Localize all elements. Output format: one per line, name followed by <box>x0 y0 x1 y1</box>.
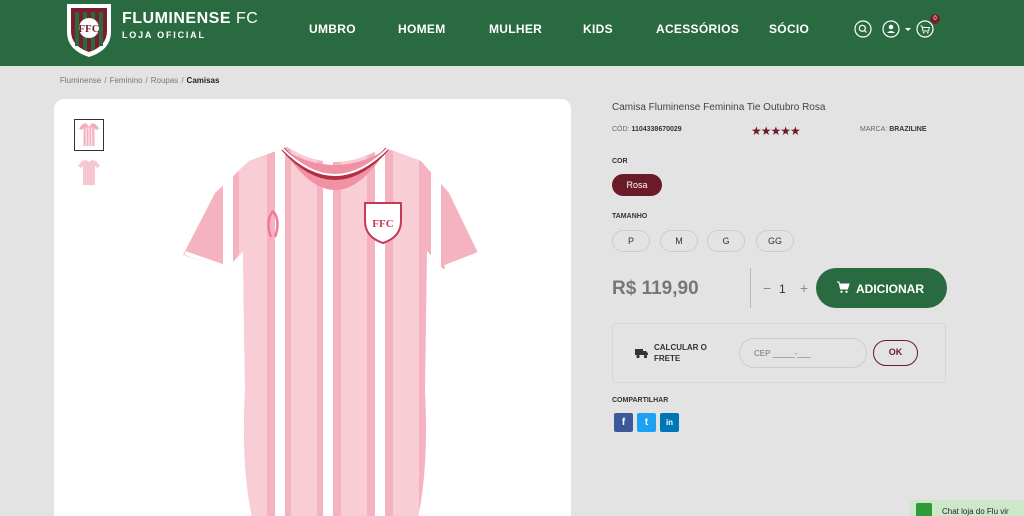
search-icon[interactable] <box>854 20 872 38</box>
shipping-label: CALCULAR O FRETE <box>654 343 707 363</box>
nav-mulher[interactable]: MULHER <box>489 22 542 36</box>
facebook-share-button[interactable]: f <box>614 413 633 432</box>
truck-icon <box>635 349 648 359</box>
chat-widget[interactable]: Chat loja do Flu vir <box>910 500 1024 516</box>
add-to-cart-button[interactable]: ADICIONAR <box>816 268 947 308</box>
brand-block[interactable]: FLUMINENSE FC LOJA OFICIAL <box>122 10 258 40</box>
shipping-calculator: CALCULAR O FRETE OK <box>612 323 946 383</box>
breadcrumb-separator: / <box>181 76 184 85</box>
add-to-cart-label: ADICIONAR <box>856 282 924 296</box>
product-price: R$ 119,90 <box>612 278 699 299</box>
chevron-down-icon[interactable] <box>904 20 912 38</box>
gallery-thumbnail-front[interactable] <box>74 119 104 151</box>
cep-input[interactable] <box>739 338 867 368</box>
breadcrumb-item-roupas[interactable]: Roupas <box>151 76 179 85</box>
cart-count-badge: 0 <box>930 14 940 24</box>
rating-stars[interactable]: ★★★★★ <box>751 124 801 138</box>
share-label: COMPARTILHAR <box>612 397 669 404</box>
user-account-icon[interactable] <box>882 20 900 38</box>
chat-icon <box>916 503 932 516</box>
product-gallery: FFC <box>54 99 571 516</box>
color-section-label: COR <box>612 158 628 165</box>
breadcrumb-separator: / <box>145 76 148 85</box>
nav-umbro[interactable]: UMBRO <box>309 22 356 36</box>
product-main-image[interactable]: FFC <box>179 141 491 516</box>
linkedin-share-button[interactable]: in <box>660 413 679 432</box>
breadcrumb-item-fluminense[interactable]: Fluminense <box>60 76 101 85</box>
breadcrumb-separator: / <box>104 76 107 85</box>
chat-label: Chat loja do Flu vir <box>942 507 1009 516</box>
nav-socio[interactable]: SÓCIO <box>769 22 809 36</box>
brand-subtitle: LOJA OFICIAL <box>122 30 206 40</box>
quantity-value[interactable]: 1 <box>779 282 786 296</box>
product-title: Camisa Fluminense Feminina Tie Outubro R… <box>612 102 826 113</box>
product-brand: MARCA: BRAZILINE <box>860 126 927 133</box>
shipping-ok-button[interactable]: OK <box>873 340 918 366</box>
nav-homem[interactable]: HOMEM <box>398 22 446 36</box>
breadcrumb-item-feminino[interactable]: Feminino <box>110 76 143 85</box>
quantity-increase-button[interactable]: + <box>800 280 808 296</box>
size-option-g[interactable]: G <box>707 230 745 252</box>
twitter-share-button[interactable]: t <box>637 413 656 432</box>
gallery-thumbnail-back[interactable] <box>74 157 104 189</box>
site-header: FFC FLUMINENSE FC LOJA OFICIAL UMBRO HOM… <box>0 0 1024 66</box>
size-option-gg[interactable]: GG <box>756 230 794 252</box>
nav-kids[interactable]: KIDS <box>583 22 613 36</box>
price-divider <box>750 268 751 308</box>
fluminense-crest-icon[interactable]: FFC <box>64 2 114 58</box>
svg-text:FFC: FFC <box>372 218 393 230</box>
breadcrumb: Fluminense / Feminino / Roupas / Camisas <box>60 76 219 85</box>
cart-icon <box>837 281 850 293</box>
quantity-decrease-button[interactable]: − <box>763 280 771 296</box>
size-option-m[interactable]: M <box>660 230 698 252</box>
nav-acessorios[interactable]: ACESSÓRIOS <box>656 22 739 36</box>
brand-name: FLUMINENSE FC <box>122 10 259 27</box>
size-option-p[interactable]: P <box>612 230 650 252</box>
svg-text:FFC: FFC <box>78 23 99 35</box>
size-section-label: TAMANHO <box>612 213 648 220</box>
product-code: CÓD: 1104338670029 <box>612 126 682 133</box>
color-option-rosa[interactable]: Rosa <box>612 174 662 196</box>
breadcrumb-current: Camisas <box>186 76 220 85</box>
